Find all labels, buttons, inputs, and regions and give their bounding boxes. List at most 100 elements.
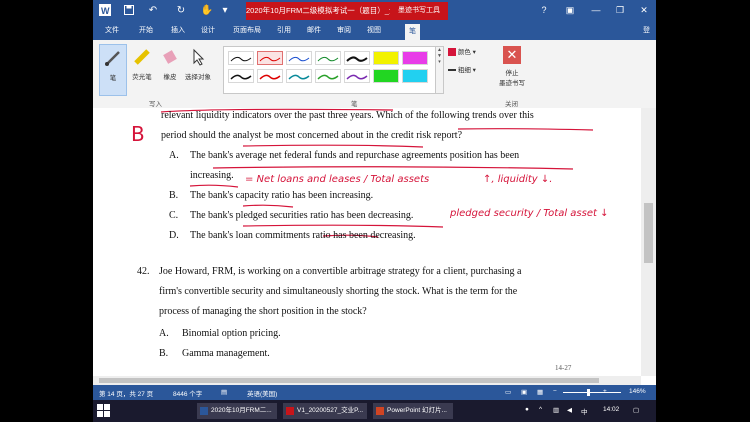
signin-link[interactable]: 登录 xyxy=(639,22,656,52)
tab-references[interactable]: 引用 xyxy=(273,22,295,40)
tab-file[interactable]: 文件 xyxy=(101,22,123,40)
pen-gallery-more-icon[interactable]: ▲ ▼ ▾ xyxy=(435,46,444,94)
taskbar: 2020年10月FRM二... V1_20200527_交业P... Power… xyxy=(93,400,656,422)
status-page[interactable]: 第 14 页，共 27 页 xyxy=(99,388,153,398)
pen-color-dropdown[interactable]: 颜色 ▾ xyxy=(448,46,476,57)
start-icon[interactable] xyxy=(97,404,111,418)
customize-qat-icon[interactable]: ▾ xyxy=(219,4,231,16)
ink-strokes xyxy=(160,108,594,238)
tray-wechat-icon[interactable]: ● xyxy=(525,406,529,413)
tray-ime-icon[interactable]: 中 xyxy=(581,406,588,416)
save-icon[interactable] xyxy=(123,4,135,16)
taskbar-clock[interactable]: 14:02 xyxy=(603,406,619,413)
ribbon-display-icon[interactable]: ▣ xyxy=(561,3,579,17)
ink-note-option-a: = Net loans and leases / Total assets xyxy=(245,174,430,185)
highlighter-label: 荧光笔 xyxy=(132,74,152,81)
taskbar-item-powerpoint[interactable]: PowerPoint 幻灯片... xyxy=(373,403,453,419)
pen-style-black-3[interactable] xyxy=(228,69,254,83)
stop-inking-button[interactable]: ✕ 停止 墨迹书写 xyxy=(493,44,531,96)
word-window: W ↶ ↻ ✋ ▾ 2020年10月FRM二级模拟考试一（题目）_全... 墨迹… xyxy=(93,0,656,422)
tray-chevron-icon[interactable]: ^ xyxy=(539,406,542,413)
pen-thickness-dropdown[interactable]: 粗细 ▾ xyxy=(448,64,476,74)
tray-network-icon[interactable]: ▥ xyxy=(553,406,559,414)
horizontal-scroll-thumb[interactable] xyxy=(99,378,599,383)
word-logo-icon: W xyxy=(99,4,111,16)
redo-icon[interactable]: ↻ xyxy=(175,4,187,16)
pen-style-black-2[interactable] xyxy=(344,51,370,65)
tab-insert[interactable]: 插入 xyxy=(167,22,189,40)
taskbar-item-video-label: V1_20200527_交业P... xyxy=(297,407,364,414)
zoom-level[interactable]: 146% xyxy=(629,388,646,395)
help-button[interactable]: ? xyxy=(535,3,553,17)
highlighter-button[interactable]: 荧光笔 xyxy=(129,44,155,94)
pen-button[interactable]: 笔 xyxy=(99,44,127,96)
eraser-button[interactable]: 橡皮 xyxy=(157,44,183,94)
tab-home[interactable]: 开始 xyxy=(135,22,157,40)
status-bar: 第 14 页，共 27 页 8446 个字 ▤ 英语(美国) ▭ ▣ ▦ − +… xyxy=(93,385,656,400)
pen-style-red-1[interactable] xyxy=(257,51,283,65)
close-x-icon: ✕ xyxy=(503,46,521,64)
pen-style-teal[interactable] xyxy=(286,69,312,83)
tab-mailings[interactable]: 邮件 xyxy=(303,22,325,40)
document-area[interactable]: relevant liquidity indicators over the p… xyxy=(93,108,656,376)
group-close-label: 关闭 xyxy=(505,101,518,108)
status-language[interactable]: 英语(美国) xyxy=(247,388,277,398)
print-layout-icon[interactable]: ▣ xyxy=(521,388,527,396)
web-layout-icon[interactable]: ▦ xyxy=(537,388,543,396)
zoom-out-button[interactable]: − xyxy=(553,388,557,395)
pen-style-blue-1[interactable] xyxy=(286,51,312,65)
vertical-scrollbar[interactable] xyxy=(641,108,656,376)
restore-button[interactable]: ❐ xyxy=(611,3,629,17)
zoom-slider-thumb[interactable] xyxy=(587,389,590,396)
ink-note-option-c: pledged security / Total asset ↓ xyxy=(450,208,609,219)
close-button[interactable]: ✕ xyxy=(635,3,653,17)
highlight-style-magenta[interactable] xyxy=(402,51,428,65)
video-taskbar-icon xyxy=(286,407,294,415)
question-42-line2: firm's convertible security and simultan… xyxy=(159,286,518,297)
eraser-label: 橡皮 xyxy=(163,74,177,81)
tab-layout[interactable]: 页面布局 xyxy=(229,22,265,40)
tab-design[interactable]: 设计 xyxy=(197,22,219,40)
select-objects-button[interactable]: 选择对象 xyxy=(185,44,211,94)
horizontal-scrollbar[interactable] xyxy=(93,376,641,385)
highlight-style-green[interactable] xyxy=(373,69,399,83)
select-objects-label: 选择对象 xyxy=(185,74,211,81)
pen-style-purple[interactable] xyxy=(344,69,370,83)
highlight-style-cyan[interactable] xyxy=(402,69,428,83)
taskbar-item-video[interactable]: V1_20200527_交业P... xyxy=(283,403,367,419)
option-a-text-line1: The bank's average net federal funds and… xyxy=(190,150,520,161)
pen-style-green-2[interactable] xyxy=(315,69,341,83)
pen-style-green-1[interactable] xyxy=(315,51,341,65)
notification-icon[interactable]: ▢ xyxy=(633,406,639,414)
thickness-icon xyxy=(448,69,456,72)
tab-review[interactable]: 审阅 xyxy=(333,22,355,40)
zoom-in-button[interactable]: + xyxy=(603,388,607,395)
zoom-slider[interactable] xyxy=(563,392,621,393)
pen-style-red-2[interactable] xyxy=(257,69,283,83)
question-42-number: 42. xyxy=(137,266,150,277)
touch-mode-icon[interactable]: ✋ xyxy=(201,4,213,16)
minimize-button[interactable]: — xyxy=(587,3,605,17)
pen-style-black-1[interactable] xyxy=(228,51,254,65)
stop-inking-label-1: 停止 xyxy=(505,70,519,77)
taskbar-item-word[interactable]: 2020年10月FRM二... xyxy=(197,403,277,419)
question-42-option-a-letter: A. xyxy=(159,328,169,339)
stop-inking-label-2: 墨迹书写 xyxy=(499,80,525,87)
tab-view[interactable]: 视图 xyxy=(363,22,385,40)
option-c-text: The bank's pledged securities ratio has … xyxy=(190,210,414,221)
status-word-count[interactable]: 8446 个字 xyxy=(173,388,202,398)
undo-icon[interactable]: ↶ xyxy=(147,4,159,16)
tab-pens[interactable]: 笔 xyxy=(405,24,420,40)
option-d-letter: D. xyxy=(169,230,179,241)
document-page[interactable]: relevant liquidity indicators over the p… xyxy=(93,108,641,376)
group-pens-label: 笔 xyxy=(351,101,358,108)
ink-note-option-a-arrow: ↑, liquidity ↓. xyxy=(483,174,553,185)
vertical-scroll-thumb[interactable] xyxy=(644,203,653,263)
tray-volume-icon[interactable]: ◀ xyxy=(567,406,572,414)
highlight-style-yellow[interactable] xyxy=(373,51,399,65)
proofing-icon[interactable]: ▤ xyxy=(221,388,227,396)
taskbar-item-word-label: 2020年10月FRM二... xyxy=(211,407,272,414)
pen-color-label: 颜色 ▾ xyxy=(457,49,476,56)
ribbon: 笔 荧光笔 橡皮 选择对象 写入 ▲ ▼ ▾ 颜色 ▾ 粗细 ▾ 笔 ✕ 停止 … xyxy=(93,40,656,109)
read-mode-icon[interactable]: ▭ xyxy=(505,388,511,396)
